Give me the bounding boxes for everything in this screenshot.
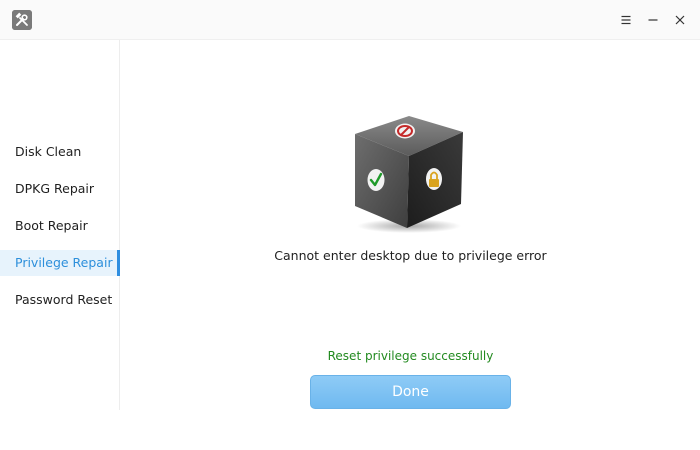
status-message: Reset privilege successfully [327, 349, 494, 363]
main-panel: Cannot enter desktop due to privilege er… [121, 40, 700, 450]
error-message: Cannot enter desktop due to privilege er… [274, 248, 547, 263]
sidebar-item-disk-clean[interactable]: Disk Clean [0, 139, 120, 165]
title-bar [0, 0, 700, 40]
close-icon[interactable] [669, 9, 691, 31]
done-button[interactable]: Done [310, 375, 511, 409]
sidebar-item-boot-repair[interactable]: Boot Repair [0, 213, 120, 239]
sidebar-item-privilege-repair[interactable]: Privilege Repair [0, 250, 120, 276]
hamburger-menu-icon[interactable] [615, 9, 637, 31]
app-window: Disk Clean DPKG Repair Boot Repair Privi… [0, 0, 700, 450]
sidebar-item-dpkg-repair[interactable]: DPKG Repair [0, 176, 120, 202]
privilege-cube-icon [349, 112, 473, 236]
tools-icon [12, 10, 32, 30]
sidebar: Disk Clean DPKG Repair Boot Repair Privi… [0, 40, 120, 410]
minimize-icon[interactable] [642, 9, 664, 31]
sidebar-item-password-reset[interactable]: Password Reset [0, 287, 120, 313]
